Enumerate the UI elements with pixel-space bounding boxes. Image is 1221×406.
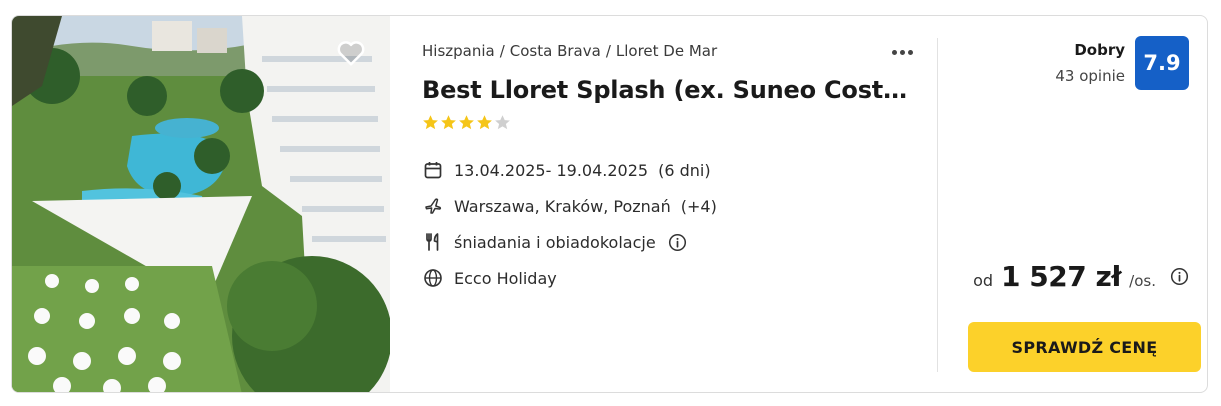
reviews-count-link[interactable]: 43 opinie xyxy=(1055,67,1125,85)
rating-label: Dobry xyxy=(1074,41,1125,59)
star-icon xyxy=(477,115,492,130)
hotel-photo-image xyxy=(12,16,390,392)
price-suffix: /os. xyxy=(1129,272,1156,290)
departures-text: Warszawa, Kraków, Poznań xyxy=(454,196,671,216)
airplane-icon xyxy=(422,195,444,217)
price-panel: Dobry 43 opinie 7.9 od 1 527 zł /os. SPR… xyxy=(952,16,1207,392)
duration-text: (6 dni) xyxy=(658,160,711,180)
departures-more-link[interactable]: (+4) xyxy=(681,197,717,216)
divider xyxy=(937,38,938,372)
offer-features: 13.04.2025- 19.04.2025 (6 dni) Warszawa,… xyxy=(422,152,717,296)
price: od 1 527 zł /os. xyxy=(973,260,1189,293)
price-prefix: od xyxy=(973,271,994,290)
operator-text: Ecco Holiday xyxy=(454,268,557,288)
rating-score-badge: 7.9 xyxy=(1135,36,1189,90)
breadcrumb-region[interactable]: Costa Brava xyxy=(510,42,601,60)
board-info-icon[interactable] xyxy=(668,233,687,252)
hotel-star-rating xyxy=(422,114,511,131)
globe-icon xyxy=(422,267,444,289)
price-amount: 1 527 zł xyxy=(1001,260,1122,293)
favorite-button[interactable] xyxy=(334,36,368,70)
offer-info: Hiszpania / Costa Brava / Lloret De Mar Best… xyxy=(422,16,942,392)
calendar-icon xyxy=(422,159,444,181)
check-price-button[interactable]: SPRAWDŹ CENĘ xyxy=(968,322,1201,372)
star-icon xyxy=(441,115,456,130)
star-icon xyxy=(423,115,438,130)
feature-departures: Warszawa, Kraków, Poznań (+4) xyxy=(422,188,717,224)
breadcrumb-city[interactable]: Lloret De Mar xyxy=(616,42,717,60)
breadcrumb-country[interactable]: Hiszpania xyxy=(422,42,495,60)
breadcrumb: Hiszpania / Costa Brava / Lloret De Mar xyxy=(422,42,717,60)
offer-card[interactable]: Hiszpania / Costa Brava / Lloret De Mar Best… xyxy=(11,15,1208,393)
star-icon xyxy=(495,115,510,130)
hotel-title[interactable]: Best Lloret Splash (ex. Suneo Costa Brav… xyxy=(422,76,922,104)
feature-dates: 13.04.2025- 19.04.2025 (6 dni) xyxy=(422,152,717,188)
hotel-photo[interactable] xyxy=(12,16,390,392)
breadcrumb-separator: / xyxy=(605,42,611,60)
breadcrumb-separator: / xyxy=(499,42,505,60)
price-info-icon[interactable] xyxy=(1170,267,1189,286)
cutlery-icon xyxy=(422,231,444,253)
board-text: śniadania i obiadokolacje xyxy=(454,232,656,252)
more-dots-icon xyxy=(891,49,897,55)
heart-icon xyxy=(337,41,365,66)
feature-board: śniadania i obiadokolacje xyxy=(422,224,717,260)
star-icon xyxy=(459,115,474,130)
feature-operator: Ecco Holiday xyxy=(422,260,717,296)
more-options-button[interactable] xyxy=(884,42,920,62)
dates-text: 13.04.2025- 19.04.2025 xyxy=(454,160,649,180)
